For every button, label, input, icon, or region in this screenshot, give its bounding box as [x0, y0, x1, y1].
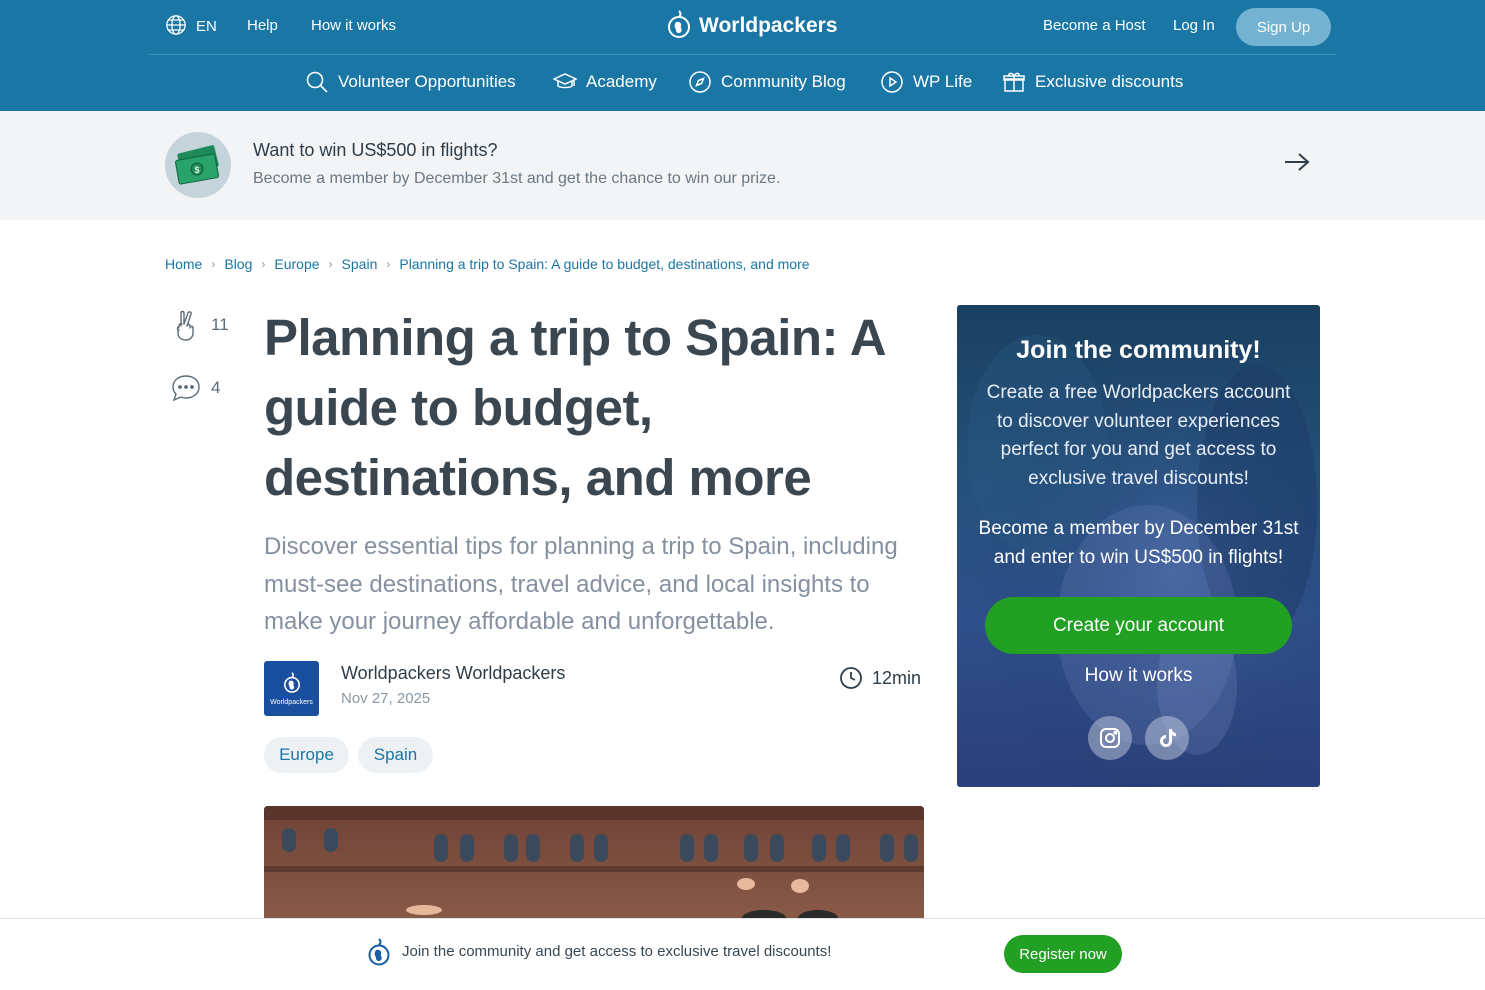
author-name[interactable]: Worldpackers Worldpackers: [341, 663, 565, 684]
nav-item-wp-life[interactable]: WP Life: [880, 70, 972, 94]
promo-subtitle: Become a member by December 31st and get…: [253, 170, 781, 187]
card-description: Create a free Worldpackers account to di…: [986, 382, 1291, 490]
like-count: 11: [211, 315, 229, 334]
promo-banner[interactable]: $ Want to win US$500 in flights? Become …: [0, 111, 1485, 220]
main-nav: Volunteer Opportunities Academy Communit…: [0, 56, 1485, 111]
instagram-icon: [1100, 728, 1120, 748]
breadcrumb-home[interactable]: Home: [165, 256, 202, 272]
language-label: EN: [196, 18, 217, 35]
search-icon: [306, 71, 328, 93]
worldpackers-logo-icon: [668, 10, 690, 38]
nav-label: Volunteer Opportunities: [338, 72, 516, 91]
chevron-right-icon: ›: [328, 257, 333, 271]
how-it-works-card-link[interactable]: How it works: [957, 665, 1320, 687]
nav-label: Exclusive discounts: [1035, 72, 1184, 91]
author-avatar[interactable]: Worldpackers: [264, 661, 319, 716]
breadcrumb-spain[interactable]: Spain: [342, 256, 378, 272]
sticky-register-bar: Join the community and get access to exc…: [0, 918, 1485, 990]
signup-card: Join the community! Create a free Worldp…: [957, 305, 1320, 787]
language-selector[interactable]: EN: [165, 14, 217, 36]
play-circle-icon: [881, 71, 903, 93]
tiktok-link[interactable]: [1145, 716, 1189, 760]
compass-icon: [689, 71, 711, 93]
brand-logo[interactable]: Worldpackers: [667, 9, 838, 43]
become-host-link[interactable]: Become a Host: [1043, 17, 1146, 34]
tag-spain[interactable]: Spain: [358, 737, 433, 773]
how-it-works-link[interactable]: How it works: [311, 17, 396, 34]
tiktok-icon: [1160, 729, 1176, 747]
peace-hand-icon: [176, 310, 194, 341]
promo-badge: $: [165, 132, 231, 198]
breadcrumb-current[interactable]: Planning a trip to Spain: A guide to bud…: [399, 256, 809, 272]
nav-item-community-blog[interactable]: Community Blog: [688, 70, 846, 94]
help-link[interactable]: Help: [247, 17, 278, 34]
publish-date: Nov 27, 2025: [341, 690, 431, 707]
like-button[interactable]: 11: [171, 309, 229, 341]
nav-label: Community Blog: [721, 72, 846, 91]
promo-title: Want to win US$500 in flights?: [253, 140, 498, 160]
globe-icon: [166, 15, 186, 35]
breadcrumb-blog[interactable]: Blog: [224, 256, 252, 272]
card-promo-text: Become a member by December 31st and ent…: [978, 518, 1299, 568]
instagram-link[interactable]: [1088, 716, 1132, 760]
chevron-right-icon: ›: [261, 257, 266, 271]
nav-item-exclusive-discounts[interactable]: Exclusive discounts: [1002, 70, 1183, 94]
chevron-right-icon: ›: [211, 257, 216, 271]
sticky-bar-text: Join the community and get access to exc…: [402, 943, 832, 960]
site-header: EN Help How it works Worldpackers Become…: [0, 0, 1485, 111]
signup-button[interactable]: Sign Up: [1236, 8, 1331, 46]
read-time-value: 12min: [872, 667, 922, 688]
comment-count: 4: [211, 378, 221, 397]
worldpackers-logo-icon: [368, 938, 390, 966]
create-account-button[interactable]: Create your account: [985, 597, 1292, 654]
clock-icon: [840, 667, 862, 689]
comment-button[interactable]: 4: [171, 373, 220, 403]
hero-image: [264, 806, 924, 920]
author-avatar-label: Worldpackers: [270, 698, 313, 706]
worldpackers-logo-icon: [283, 671, 300, 693]
nav-item-academy[interactable]: Academy: [553, 70, 657, 94]
graduation-cap-icon: [553, 73, 577, 89]
breadcrumb: Home › Blog › Europe › Spain › Planning …: [165, 256, 810, 272]
tag-europe[interactable]: Europe: [264, 737, 349, 773]
svg-text:$: $: [194, 165, 199, 175]
article-lead: Discover essential tips for planning a t…: [264, 533, 898, 635]
comment-icon: [172, 375, 200, 402]
top-bar: EN Help How it works Worldpackers Become…: [149, 0, 1336, 55]
card-title: Join the community!: [1016, 336, 1261, 364]
chevron-right-icon: ›: [386, 257, 391, 271]
brand-name: Worldpackers: [699, 14, 838, 37]
register-now-button[interactable]: Register now: [1004, 935, 1122, 973]
read-time: 12min: [839, 666, 921, 690]
nav-label: WP Life: [913, 72, 973, 91]
nav-label: Academy: [586, 72, 657, 91]
login-link[interactable]: Log In: [1173, 17, 1215, 34]
breadcrumb-europe[interactable]: Europe: [274, 256, 319, 272]
arrow-right-icon[interactable]: [1283, 151, 1311, 173]
money-icon: $: [175, 145, 219, 185]
article-title: Planning a trip to Spain: A guide to bud…: [264, 309, 885, 506]
gift-icon: [1003, 72, 1025, 92]
nav-item-volunteer-opportunities[interactable]: Volunteer Opportunities: [305, 70, 516, 94]
